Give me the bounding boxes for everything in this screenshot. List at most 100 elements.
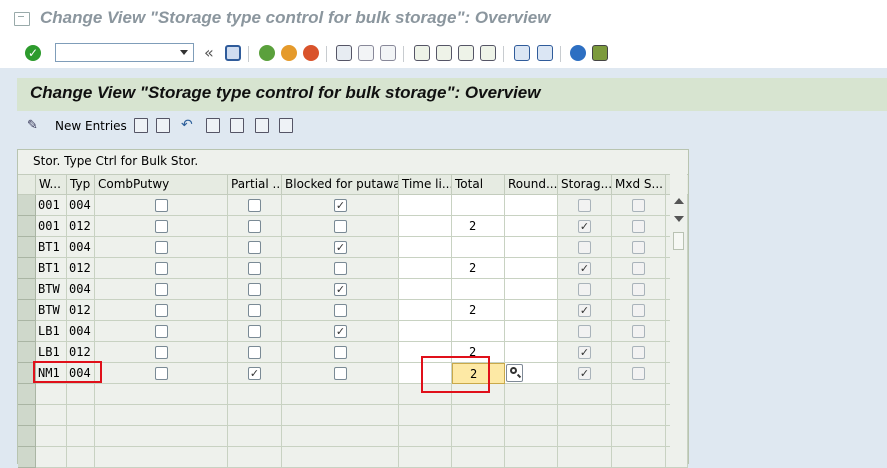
mixed-storage-checkbox[interactable] [612,258,666,279]
partial-checkbox[interactable] [228,300,282,321]
next-page-icon[interactable] [458,45,474,61]
combputwy-checkbox[interactable] [95,279,228,300]
storage-checkbox[interactable]: ✓ [558,216,612,237]
partial-checkbox[interactable]: ✓ [228,363,282,384]
time-limit-field[interactable] [399,258,452,279]
storage-checkbox[interactable] [558,447,612,468]
storage-checkbox[interactable] [558,405,612,426]
mixed-storage-checkbox[interactable] [612,426,666,447]
mixed-storage-checkbox[interactable] [612,342,666,363]
mixed-storage-checkbox[interactable] [612,405,666,426]
delete-icon[interactable] [156,118,170,133]
exit-icon[interactable] [281,45,297,61]
combputwy-checkbox[interactable] [95,300,228,321]
time-limit-field[interactable] [399,405,452,426]
storage-checkbox[interactable] [558,195,612,216]
row-selector[interactable] [18,447,36,468]
round-field[interactable] [505,258,558,279]
total-field[interactable] [452,405,505,426]
row-selector[interactable] [18,195,36,216]
time-limit-field[interactable] [399,447,452,468]
checkbox[interactable]: ✓ [334,199,347,212]
checkbox[interactable]: ✓ [578,367,591,380]
total-field[interactable] [452,447,505,468]
mixed-storage-checkbox[interactable] [612,363,666,384]
total-field[interactable]: 2 [452,258,505,279]
checkbox[interactable]: ✓ [578,304,591,317]
checkbox[interactable] [155,367,168,380]
time-limit-field[interactable] [399,321,452,342]
row-selector[interactable] [18,384,36,405]
time-limit-field[interactable] [399,216,452,237]
round-field[interactable] [505,279,558,300]
partial-checkbox[interactable] [228,237,282,258]
checkbox[interactable]: ✓ [248,367,261,380]
blocked-putaway-checkbox[interactable]: ✓ [282,195,399,216]
last-page-icon[interactable] [480,45,496,61]
select-block-icon[interactable] [230,118,244,133]
scroll-down-icon[interactable] [674,216,684,222]
column-header-mxd[interactable]: Mxd S... [612,175,666,194]
exit-screen-icon[interactable] [14,12,30,26]
storage-checkbox[interactable]: ✓ [558,363,612,384]
first-page-icon[interactable] [414,45,430,61]
checkbox[interactable] [155,262,168,275]
column-header-blocked[interactable]: Blocked for putaway [282,175,399,194]
collapse-command-field-icon[interactable]: « [204,43,214,62]
combputwy-checkbox[interactable] [95,384,228,405]
checkbox[interactable] [334,262,347,275]
checkbox[interactable] [155,325,168,338]
round-field[interactable] [505,237,558,258]
round-field[interactable] [505,216,558,237]
checkbox[interactable] [578,241,591,254]
total-field[interactable]: 2 [452,216,505,237]
checkbox[interactable]: ✓ [334,241,347,254]
blocked-putaway-checkbox[interactable]: ✓ [282,279,399,300]
checkbox[interactable] [155,241,168,254]
blocked-putaway-checkbox[interactable]: ✓ [282,321,399,342]
blocked-putaway-checkbox[interactable] [282,342,399,363]
partial-checkbox[interactable] [228,195,282,216]
checkbox[interactable] [155,199,168,212]
checkbox[interactable] [248,241,261,254]
total-field[interactable] [452,195,505,216]
column-header-storage[interactable]: Storag... [558,175,612,194]
row-selector[interactable] [18,300,36,321]
column-header-partial[interactable]: Partial ... [228,175,282,194]
cancel-icon[interactable] [303,45,319,61]
row-selector[interactable] [18,405,36,426]
vertical-scrollbar[interactable] [670,172,687,464]
partial-checkbox[interactable] [228,321,282,342]
checkbox[interactable] [334,304,347,317]
partial-checkbox[interactable] [228,216,282,237]
storage-checkbox[interactable]: ✓ [558,342,612,363]
select-all-header[interactable] [18,175,36,194]
mixed-storage-checkbox[interactable] [612,384,666,405]
command-field[interactable] [55,43,194,62]
round-field[interactable] [505,426,558,447]
deselect-all-icon[interactable] [255,118,269,133]
round-field[interactable] [505,195,558,216]
blocked-putaway-checkbox[interactable] [282,300,399,321]
checkbox[interactable] [632,304,645,317]
checkbox[interactable] [632,241,645,254]
mixed-storage-checkbox[interactable] [612,321,666,342]
row-selector[interactable] [18,279,36,300]
partial-checkbox[interactable] [228,447,282,468]
save-icon[interactable] [225,45,241,61]
round-field[interactable] [505,342,558,363]
checkbox[interactable] [155,346,168,359]
time-limit-field[interactable] [399,279,452,300]
checkbox[interactable] [578,199,591,212]
select-all-icon[interactable] [206,118,220,133]
mixed-storage-checkbox[interactable] [612,237,666,258]
blocked-putaway-checkbox[interactable] [282,384,399,405]
checkbox[interactable] [334,220,347,233]
checkbox[interactable] [632,367,645,380]
print-icon[interactable] [336,45,352,61]
checkbox[interactable] [248,262,261,275]
find-next-icon[interactable] [380,45,396,61]
enter-checkmark-icon[interactable]: ✓ [25,45,41,61]
mixed-storage-checkbox[interactable] [612,216,666,237]
checkbox[interactable] [248,346,261,359]
